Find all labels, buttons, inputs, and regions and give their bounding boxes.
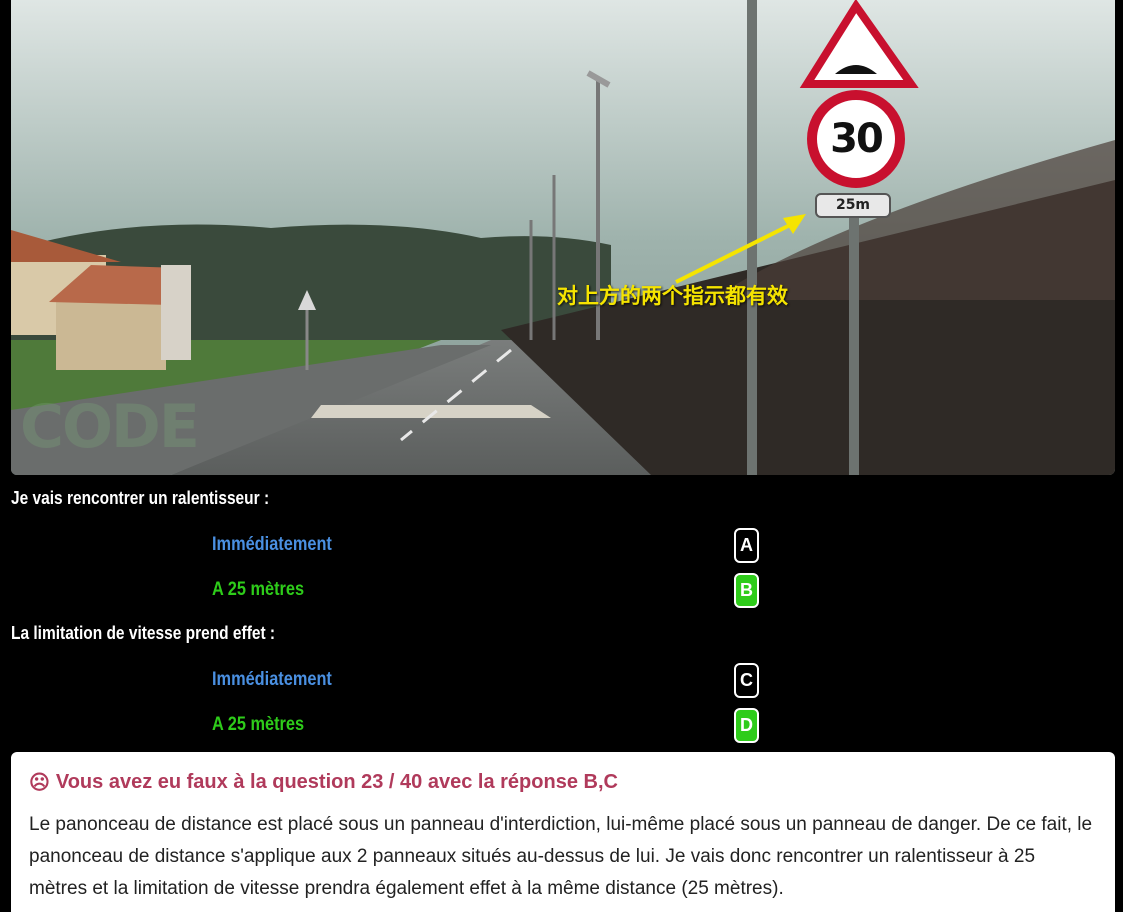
answer-b-button[interactable]: B xyxy=(734,573,759,608)
answer-a-button[interactable]: A xyxy=(734,528,759,563)
feedback-title-text: Vous avez eu faux à la question 23 / 40 … xyxy=(55,771,618,793)
watermark-logo: CODE xyxy=(20,392,200,462)
speed-limit-sign: 30 xyxy=(807,90,905,188)
feedback-explanation: Le panonceau de distance est placé sous … xyxy=(29,814,1093,899)
feedback-panel: ☹ Vous avez eu faux à la question 23 / 4… xyxy=(11,752,1115,912)
answer-a-label[interactable]: Immédiatement xyxy=(212,534,332,556)
frown-icon: ☹ xyxy=(29,772,50,794)
answer-d-label[interactable]: A 25 mètres xyxy=(212,714,304,736)
answer-c-button[interactable]: C xyxy=(734,663,759,698)
feedback-title: ☹ Vous avez eu faux à la question 23 / 4… xyxy=(29,770,1097,795)
answer-d-button[interactable]: D xyxy=(734,708,759,743)
image-annotation: 对上方的两个指示都有效 xyxy=(557,284,788,308)
question-2-text: La limitation de vitesse prend effet : xyxy=(11,623,276,643)
answer-b-label[interactable]: A 25 mètres xyxy=(212,579,304,601)
question-1-text: Je vais rencontrer un ralentisseur : xyxy=(11,488,270,508)
answer-c-label[interactable]: Immédiatement xyxy=(212,669,332,691)
distance-plate: 25m xyxy=(815,193,891,218)
